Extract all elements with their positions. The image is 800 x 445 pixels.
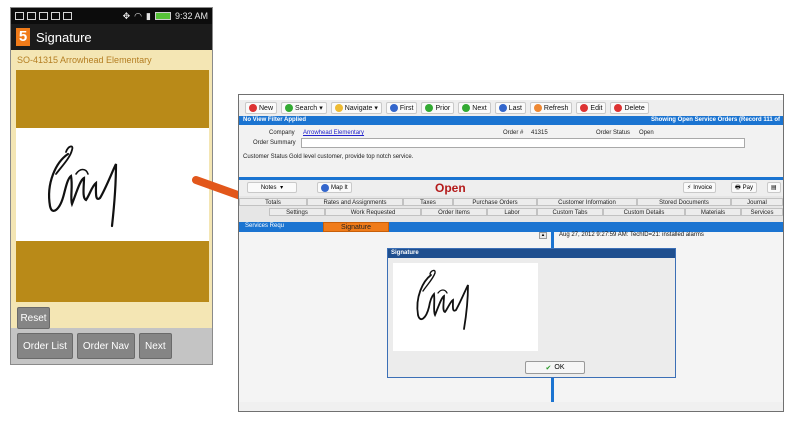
ok-button[interactable]: ✔ OK	[525, 361, 585, 374]
order-number-value: 41315	[531, 130, 548, 136]
search-button[interactable]: Search ▾	[281, 102, 327, 114]
reset-button[interactable]: Reset	[17, 307, 50, 329]
phone-title: Signature	[36, 29, 92, 45]
new-icon	[249, 104, 257, 112]
tab-strip: Totals Rates and Assignments Taxes Purch…	[239, 196, 783, 222]
order-summary-input[interactable]	[301, 138, 745, 148]
signature-dialog: Signature ✔ OK	[387, 248, 676, 378]
prior-button[interactable]: Prior	[421, 102, 455, 114]
image-icon	[15, 12, 24, 20]
dialog-title: Signature	[388, 249, 675, 258]
info-bar: No View Filter Applied Showing Open Serv…	[239, 116, 783, 125]
signature-canvas[interactable]	[16, 128, 209, 241]
navigate-button[interactable]: Navigate ▾	[330, 102, 382, 114]
signature-tab[interactable]: Signature	[323, 222, 389, 232]
edit-button[interactable]: Edit	[576, 102, 607, 114]
signature-drawing	[48, 145, 118, 228]
notes-dropdown[interactable]: Notes ▾	[247, 182, 297, 193]
next-record-button[interactable]: Next	[458, 102, 491, 114]
tab-taxes[interactable]: Taxes	[403, 198, 453, 206]
action-row: Notes ▾ Map It Open ⚡ Invoice 🖶 Pay ▤	[239, 180, 783, 196]
status-time: 9:32 AM	[174, 11, 208, 21]
pay-button[interactable]: 🖶 Pay	[731, 182, 758, 193]
content-area: ▴ Aug 27, 2012 9:27:59 AM: TechID=21: in…	[239, 232, 783, 402]
phone-nav-bar: Order List Order Nav Next	[17, 333, 172, 361]
log-entry: Aug 27, 2012 9:27:59 AM: TechID=21: inst…	[559, 232, 704, 238]
toolbar: New Search ▾ Navigate ▾ First Prior Next…	[239, 100, 783, 116]
next-button[interactable]: Next	[139, 333, 172, 359]
wifi-icon: ◠	[134, 10, 143, 21]
company-label: Company	[269, 130, 295, 136]
order-number-label: Order #	[503, 130, 524, 136]
signature-pad[interactable]	[16, 70, 209, 302]
view-button[interactable]: ▤	[767, 182, 781, 193]
tab-rates-and-assignments[interactable]: Rates and Assignments	[307, 198, 403, 206]
prior-icon	[425, 104, 434, 112]
customer-status-value: Gold level customer, provide top notch s…	[289, 154, 414, 160]
check-icon: ✔	[545, 364, 552, 372]
new-button[interactable]: New	[245, 102, 278, 114]
map-it-button[interactable]: Map It	[317, 182, 352, 193]
desktop-window: New Search ▾ Navigate ▾ First Prior Next…	[238, 94, 784, 412]
delete-icon	[614, 104, 623, 112]
first-icon	[389, 104, 398, 112]
chat-icon	[39, 12, 48, 20]
delete-button[interactable]: Delete	[610, 102, 649, 114]
download-icon	[51, 12, 60, 20]
order-summary-label: Order Summary	[253, 140, 296, 146]
last-button[interactable]: Last	[494, 102, 526, 114]
last-icon	[498, 104, 507, 112]
edit-icon	[580, 104, 589, 112]
customer-status-label: Customer Status	[243, 154, 288, 160]
filter-status: No View Filter Applied	[243, 117, 307, 123]
tab-work-requested[interactable]: Work Requested	[325, 208, 421, 216]
dialog-signature-drawing	[416, 269, 469, 330]
map-icon	[321, 183, 329, 192]
message-icon	[27, 12, 36, 20]
tab-customer-information[interactable]: Customer Information	[537, 198, 637, 206]
invoice-icon: ⚡	[687, 185, 692, 191]
order-header: SO-41315 Arrowhead Elementary	[17, 55, 152, 65]
battery-icon	[154, 12, 171, 20]
tab-custom-tabs[interactable]: Custom Tabs	[537, 208, 603, 216]
signal-icon: ▮	[146, 10, 151, 21]
phone-status-bar: ✥ ◠ ▮ 9:32 AM	[11, 8, 212, 24]
tab-stored-documents[interactable]: Stored Documents	[637, 198, 731, 206]
view-status: Showing Open Service Orders (Record 111 …	[650, 117, 780, 123]
tab-journal[interactable]: Journal	[731, 198, 783, 206]
order-open-status: Open	[435, 181, 466, 195]
tab-order-items[interactable]: Order Items	[421, 208, 487, 216]
tab-custom-details[interactable]: Custom Details	[603, 208, 685, 216]
mail-icon	[63, 12, 72, 20]
view-icon: ▤	[771, 185, 777, 191]
next-icon	[462, 104, 471, 112]
dialog-signature-image	[393, 263, 538, 351]
gps-icon: ✥	[122, 10, 131, 21]
refresh-icon	[533, 104, 542, 112]
app-logo-icon: 5	[16, 28, 30, 46]
scroll-up-icon[interactable]: ▴	[539, 232, 547, 239]
navigate-icon	[334, 104, 343, 112]
order-nav-button[interactable]: Order Nav	[76, 333, 136, 359]
order-status-value: Open	[639, 130, 654, 136]
tab-materials[interactable]: Materials	[685, 208, 741, 216]
services-requested-tab[interactable]: Services Requ	[245, 223, 284, 229]
refresh-button[interactable]: Refresh	[529, 102, 573, 114]
tab-labor[interactable]: Labor	[487, 208, 537, 216]
services-bar: Services Requ Signature	[239, 222, 783, 232]
search-icon	[285, 104, 294, 112]
tab-purchase-orders[interactable]: Purchase Orders	[453, 198, 537, 206]
tab-settings[interactable]: Settings	[269, 208, 325, 216]
invoice-button[interactable]: ⚡ Invoice	[683, 182, 717, 193]
company-link[interactable]: Arrowhead Elementary	[303, 130, 364, 136]
phone-screen: ✥ ◠ ▮ 9:32 AM 5 Signature SO-41315 Arrow…	[10, 7, 213, 365]
tab-totals[interactable]: Totals	[239, 198, 307, 206]
tab-services[interactable]: Services	[741, 208, 783, 216]
order-status-label: Order Status	[596, 130, 631, 136]
pay-icon: 🖶	[735, 184, 741, 191]
phone-title-bar: 5 Signature	[11, 24, 212, 50]
order-list-button[interactable]: Order List	[17, 333, 73, 359]
first-button[interactable]: First	[385, 102, 418, 114]
order-form: Company Arrowhead Elementary Order # 413…	[239, 125, 783, 177]
